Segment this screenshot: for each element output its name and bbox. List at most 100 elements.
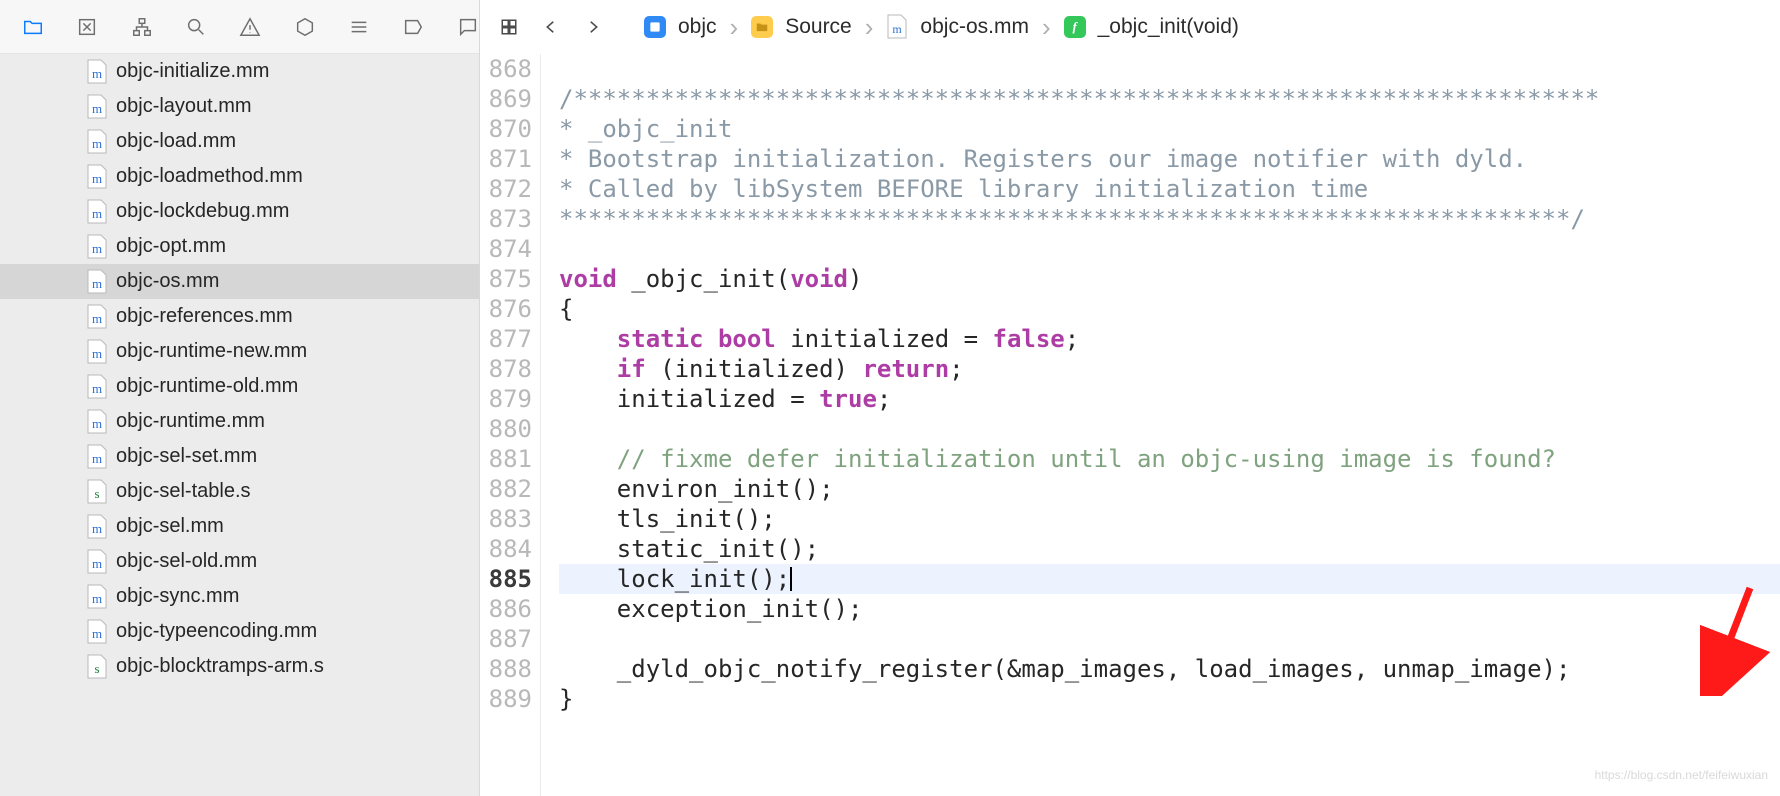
code-line[interactable]: // fixme defer initialization until an o… (559, 444, 1780, 474)
code-line[interactable] (559, 414, 1780, 444)
back-icon[interactable] (536, 12, 566, 42)
line-number[interactable]: 882 (480, 474, 532, 504)
code-line[interactable] (559, 234, 1780, 264)
code-line[interactable]: /***************************************… (559, 84, 1780, 114)
debug-icon[interactable] (348, 13, 370, 41)
file-row[interactable]: mobjc-layout.mm (0, 89, 479, 124)
file-row[interactable]: m objc-runtime-new.mm (0, 334, 479, 369)
code-line[interactable]: lock_init(); (559, 564, 1780, 594)
file-label: objc-os.mm (116, 270, 219, 293)
code-line[interactable]: initialized = true; (559, 384, 1780, 414)
reports-icon[interactable] (457, 13, 479, 41)
code-line[interactable]: void _objc_init(void) (559, 264, 1780, 294)
code-line[interactable]: } (559, 684, 1780, 714)
line-number[interactable]: 877 (480, 324, 532, 354)
related-items-icon[interactable] (494, 12, 524, 42)
line-number[interactable]: 885 (480, 564, 532, 594)
file-row[interactable]: mobjc-sel-set.mm (0, 439, 479, 474)
svg-text:m: m (92, 346, 102, 361)
line-number[interactable]: 875 (480, 264, 532, 294)
file-label: objc-opt.mm (116, 235, 226, 258)
line-number[interactable]: 880 (480, 414, 532, 444)
file-row[interactable]: sobjc-sel-table.s (0, 474, 479, 509)
line-number[interactable]: 888 (480, 654, 532, 684)
line-number[interactable]: 887 (480, 624, 532, 654)
code-line[interactable]: _dyld_objc_notify_register(&map_images, … (559, 654, 1780, 684)
svg-text:m: m (92, 416, 102, 431)
chevron-right-icon: › (1041, 14, 1052, 40)
issues-icon[interactable] (239, 13, 261, 41)
chevron-right-icon: › (864, 14, 875, 40)
svg-text:m: m (92, 591, 102, 606)
search-icon[interactable] (185, 13, 207, 41)
line-number[interactable]: 870 (480, 114, 532, 144)
file-row[interactable]: m objc-typeencoding.mm (0, 614, 479, 649)
code-line[interactable] (559, 54, 1780, 84)
file-row[interactable]: mobjc-initialize.mm (0, 54, 479, 89)
code-line[interactable]: { (559, 294, 1780, 324)
svg-text:m: m (92, 626, 102, 641)
code-line[interactable]: if (initialized) return; (559, 354, 1780, 384)
file-row[interactable]: mobjc-sel.mm (0, 509, 479, 544)
code-line[interactable]: * _objc_init (559, 114, 1780, 144)
line-number[interactable]: 879 (480, 384, 532, 414)
svg-text:m: m (92, 311, 102, 326)
code-editor[interactable]: 8688698708718728738748758768778788798808… (480, 54, 1780, 796)
code-line[interactable]: tls_init(); (559, 504, 1780, 534)
line-number[interactable]: 876 (480, 294, 532, 324)
symbols-icon[interactable] (131, 13, 153, 41)
file-row[interactable]: m objc-runtime.mm (0, 404, 479, 439)
file-row[interactable]: mobjc-references.mm (0, 299, 479, 334)
code-line[interactable]: environ_init(); (559, 474, 1780, 504)
line-number[interactable]: 873 (480, 204, 532, 234)
file-label: objc-runtime.mm (116, 410, 265, 433)
main-columns: mobjc-initialize.mmmobjc-layout.mmmobjc-… (0, 0, 1780, 796)
file-row[interactable]: mobjc-os.mm (0, 264, 479, 299)
breadcrumb-file[interactable]: objc-os.mm (920, 15, 1029, 39)
file-label: objc-load.mm (116, 130, 236, 153)
line-number[interactable]: 884 (480, 534, 532, 564)
code-area[interactable]: /***************************************… (555, 54, 1780, 796)
code-line[interactable]: * Bootstrap initialization. Registers ou… (559, 144, 1780, 174)
tests-icon[interactable] (294, 13, 316, 41)
file-row[interactable]: sobjc-blocktramps-arm.s (0, 649, 479, 684)
file-row[interactable]: mobjc-lockdebug.mm (0, 194, 479, 229)
line-number[interactable]: 869 (480, 84, 532, 114)
watermark: https://blog.csdn.net/feifeiwuxian (1595, 760, 1768, 790)
code-line[interactable]: static bool initialized = false; (559, 324, 1780, 354)
svg-text:m: m (92, 521, 102, 536)
app-root: mobjc-initialize.mmmobjc-layout.mmmobjc-… (0, 0, 1780, 796)
scm-icon[interactable] (76, 13, 98, 41)
file-label: objc-typeencoding.mm (116, 620, 317, 643)
forward-icon[interactable] (578, 12, 608, 42)
line-number[interactable]: 881 (480, 444, 532, 474)
line-number[interactable]: 868 (480, 54, 532, 84)
svg-text:m: m (893, 22, 903, 36)
file-row[interactable]: mobjc-load.mm (0, 124, 479, 159)
code-line[interactable]: * Called by libSystem BEFORE library ini… (559, 174, 1780, 204)
file-row[interactable]: mobjc-sync.mm (0, 579, 479, 614)
folder-icon[interactable] (22, 13, 44, 41)
breadcrumb-folder[interactable]: Source (785, 15, 852, 39)
code-line[interactable] (559, 624, 1780, 654)
code-line[interactable]: ****************************************… (559, 204, 1780, 234)
svg-text:s: s (94, 486, 99, 501)
breadcrumb-symbol[interactable]: _objc_init(void) (1098, 15, 1239, 39)
code-line[interactable]: static_init(); (559, 534, 1780, 564)
line-number[interactable]: 874 (480, 234, 532, 264)
line-number[interactable]: 883 (480, 504, 532, 534)
breakpoints-icon[interactable] (402, 13, 424, 41)
code-line[interactable]: exception_init(); (559, 594, 1780, 624)
file-row[interactable]: mobjc-runtime-old.mm (0, 369, 479, 404)
breadcrumb-project[interactable]: objc (678, 15, 717, 39)
line-number[interactable]: 878 (480, 354, 532, 384)
line-number[interactable]: 886 (480, 594, 532, 624)
file-row[interactable]: mobjc-sel-old.mm (0, 544, 479, 579)
file-label: objc-runtime-new.mm (116, 340, 307, 363)
line-number[interactable]: 889 (480, 684, 532, 714)
file-row[interactable]: mobjc-loadmethod.mm (0, 159, 479, 194)
file-label: objc-blocktramps-arm.s (116, 655, 324, 678)
file-row[interactable]: mobjc-opt.mm (0, 229, 479, 264)
line-number[interactable]: 871 (480, 144, 532, 174)
line-number[interactable]: 872 (480, 174, 532, 204)
